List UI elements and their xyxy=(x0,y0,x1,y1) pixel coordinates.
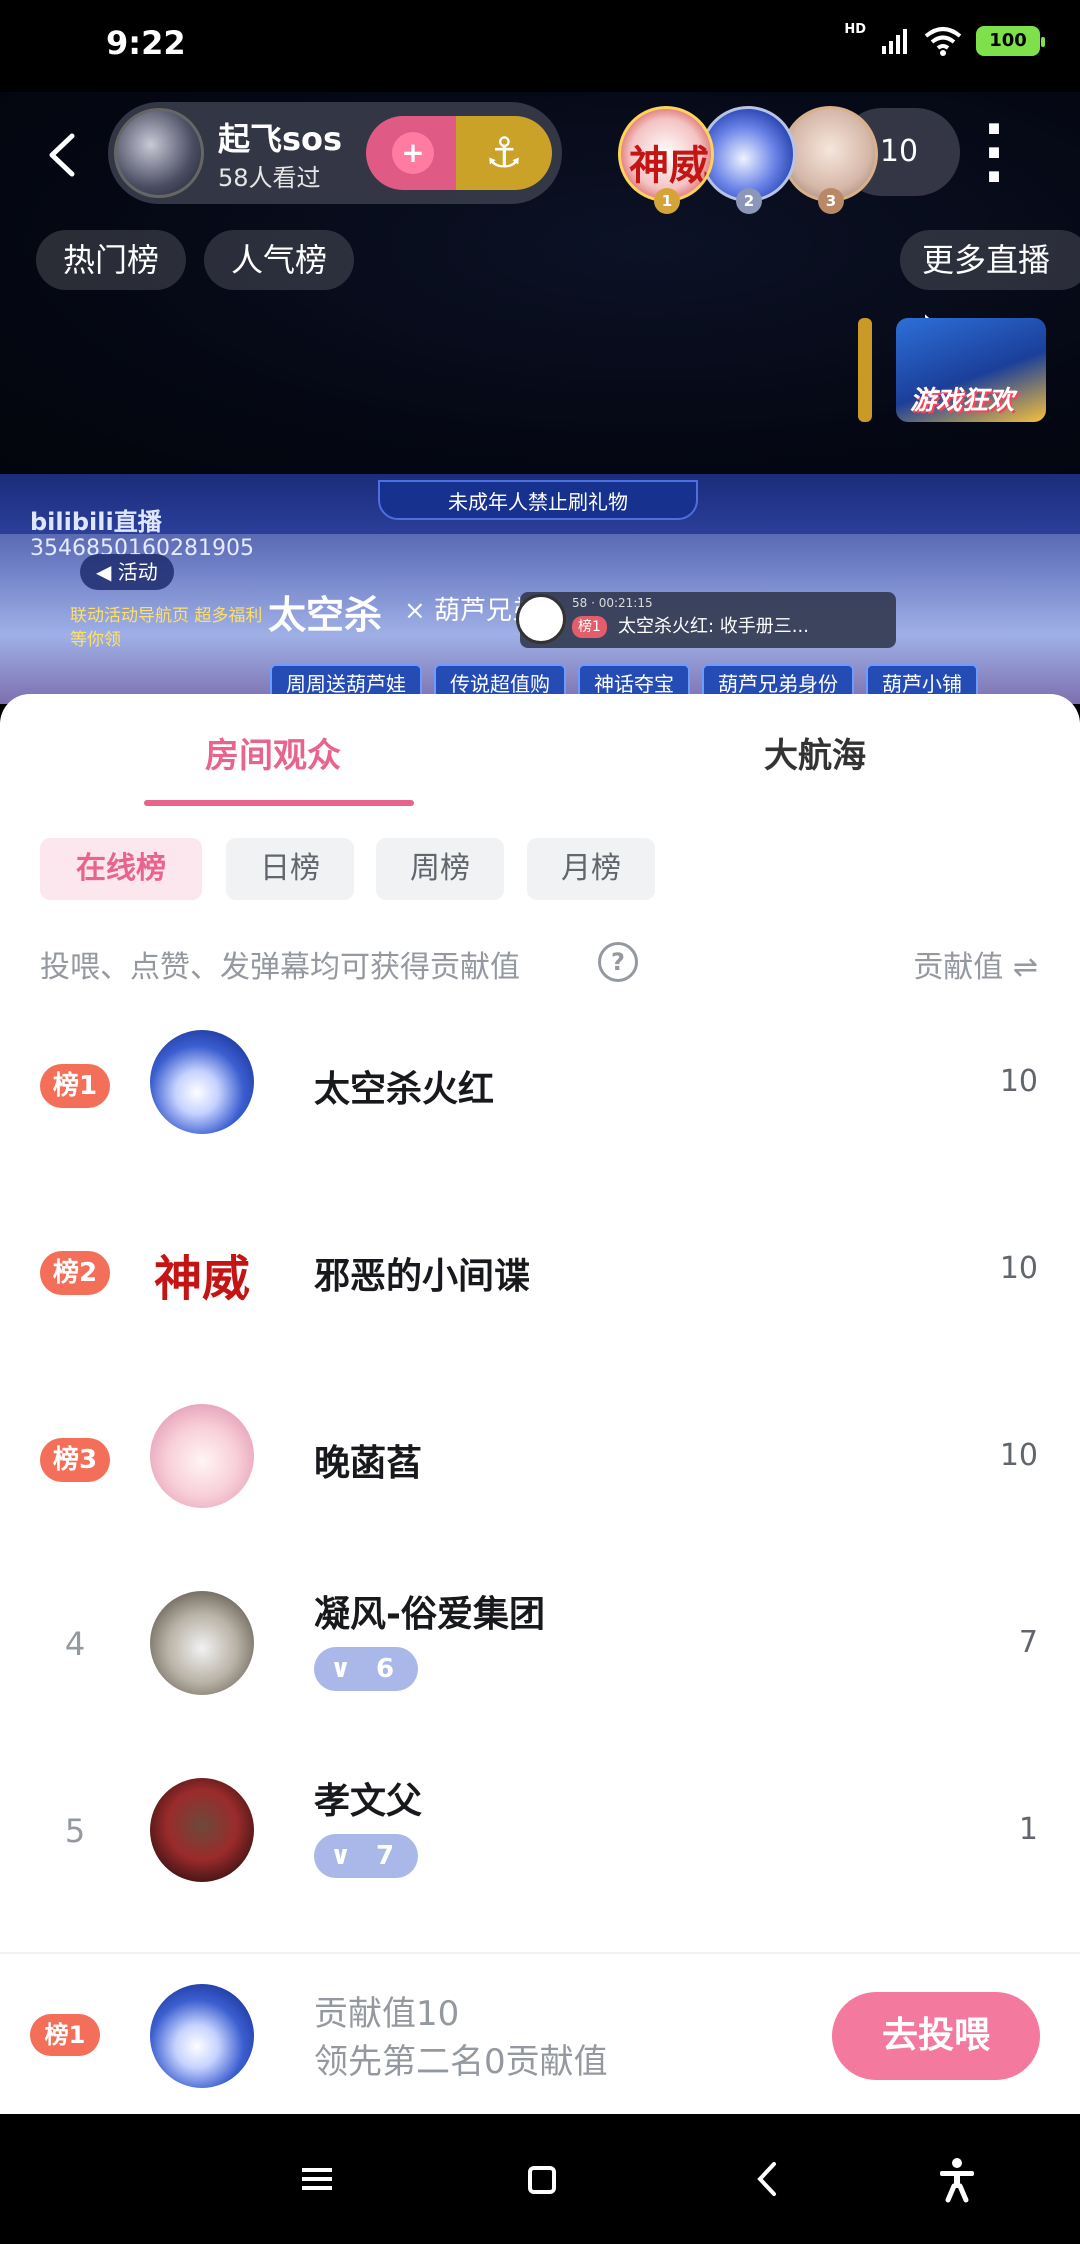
rank-number: 5 xyxy=(64,1812,86,1850)
contribution-score: 7 xyxy=(1018,1625,1038,1660)
rank-badge: 榜3 xyxy=(40,1438,110,1482)
fan-level-badge: ∨ 6 xyxy=(314,1647,418,1691)
rank-badge: 榜2 xyxy=(40,1251,110,1295)
fan-level-number: 7 xyxy=(376,1841,395,1871)
user-name: 孝文父 xyxy=(314,1781,423,1822)
contribution-sort-button[interactable]: 贡献值 ⇌ xyxy=(913,942,1038,986)
network-type: HD xyxy=(844,21,866,37)
battery-icon: 100 xyxy=(976,26,1045,56)
my-contribution: 贡献值10 xyxy=(314,1994,460,2034)
fan-rank-badge: 3 xyxy=(818,188,844,214)
status-time: 9:22 xyxy=(106,24,186,62)
popularity-rank-chip[interactable]: 人气榜 xyxy=(204,230,354,290)
avatar-text: 神威 xyxy=(153,1251,250,1307)
rank-number: 4 xyxy=(64,1625,86,1663)
anchor-icon: ⚓ xyxy=(485,128,523,177)
my-rank-bar: 榜1 贡献值10 领先第二名0贡献值 去投喂 xyxy=(0,1952,1080,2114)
contribution-score: 1 xyxy=(1018,1812,1038,1847)
system-nav-bar xyxy=(0,2114,1080,2244)
subtab-online[interactable]: 在线榜 xyxy=(40,838,202,900)
subtab-monthly[interactable]: 月榜 xyxy=(527,838,655,900)
signal-icon xyxy=(882,29,907,54)
bilibili-logo: bilibili直播 xyxy=(30,508,162,536)
list-item[interactable]: 榜3 晚菡萏 10 xyxy=(0,1404,1080,1564)
live-video[interactable]: 未成年人禁止刷礼物 bilibili直播 3546850160281905 ◀ … xyxy=(0,474,1080,704)
subtab-daily[interactable]: 日榜 xyxy=(226,838,354,900)
host-card[interactable]: 起飞sos 58人看过 + ⚓ xyxy=(108,102,562,204)
fan-level-number: 6 xyxy=(376,1654,395,1684)
menu-icon[interactable] xyxy=(292,2154,342,2204)
list-item[interactable]: 4 凝风-俗爱集团 ∨ 6 7 xyxy=(0,1591,1080,1751)
event-banner-text: 游戏狂欢 xyxy=(910,386,1015,416)
my-lead-text: 领先第二名0贡献值 xyxy=(314,2042,608,2082)
video-title: 太空杀 xyxy=(268,592,383,637)
chat-rank-badge: 榜1 xyxy=(572,616,607,638)
minor-notice: 未成年人禁止刷礼物 xyxy=(378,480,698,520)
hot-rank-chip[interactable]: 热门榜 xyxy=(36,230,186,290)
video-chat-message: 58 · 00:21:15 榜1 太空杀火红: 收手册三... xyxy=(516,592,896,648)
v-chevron-icon: ∨ xyxy=(330,1654,352,1684)
anchor-button[interactable]: ⚓ xyxy=(456,116,552,190)
user-name: 邪恶的小间谍 xyxy=(314,1256,531,1297)
list-item[interactable]: 5 孝文父 ∨ 7 1 xyxy=(0,1778,1080,1938)
rank-sheet: 房间观众 大航海 在线榜 日榜 周榜 月榜 投喂、点赞、发弹幕均可获得贡献值 ?… xyxy=(0,694,1080,2114)
avatar[interactable] xyxy=(150,1591,254,1695)
status-bar: 9:22 HD 100 xyxy=(0,0,1080,92)
event-banner[interactable]: 游戏狂欢 xyxy=(896,318,1046,422)
contribution-score: 10 xyxy=(999,1251,1038,1286)
fan-level-badge: ∨ 7 xyxy=(314,1834,418,1878)
contribution-score: 10 xyxy=(999,1438,1038,1473)
tab-room-audience[interactable]: 房间观众 xyxy=(205,728,341,777)
tab-navigation[interactable]: 大航海 xyxy=(764,728,866,777)
more-live-chip[interactable]: 更多直播 › xyxy=(900,230,1080,339)
feed-button[interactable]: 去投喂 xyxy=(832,1992,1040,2080)
back-icon[interactable] xyxy=(742,2154,792,2204)
home-icon[interactable] xyxy=(516,2154,566,2204)
chat-meta: 58 · 00:21:15 xyxy=(572,596,653,610)
tab-indicator xyxy=(144,800,414,806)
heart-plus-icon: + xyxy=(392,132,434,174)
avatar[interactable] xyxy=(150,1778,254,1882)
contribution-hint: 投喂、点赞、发弹幕均可获得贡献值 xyxy=(40,950,520,985)
fan-rank-badge: 1 xyxy=(654,188,680,214)
list-item[interactable]: 榜2 神威 邪恶的小间谍 10 xyxy=(0,1217,1080,1377)
chat-avatar-icon xyxy=(516,594,566,644)
host-viewers: 58人看过 xyxy=(218,164,321,192)
status-icons: HD 100 xyxy=(844,22,1045,56)
back-button[interactable] xyxy=(44,130,84,180)
wifi-icon xyxy=(924,27,962,56)
more-options-icon[interactable]: · · · xyxy=(980,102,1008,206)
banner-thumb-prev[interactable] xyxy=(858,318,872,422)
follow-button[interactable]: + xyxy=(366,116,456,190)
chevron-left-icon xyxy=(49,133,75,177)
help-icon[interactable]: ? xyxy=(598,942,638,982)
host-avatar[interactable] xyxy=(114,108,204,198)
more-live-label: 更多直播 xyxy=(922,241,1051,279)
contribution-score: 10 xyxy=(999,1064,1038,1099)
video-activity-label: 活动 xyxy=(117,560,158,584)
chat-text: 太空杀火红: 收手册三... xyxy=(618,616,809,637)
subtab-weekly[interactable]: 周榜 xyxy=(376,838,504,900)
list-item[interactable]: 榜1 太空杀火红 10 xyxy=(0,1030,1080,1190)
fan-rank-badge: 2 xyxy=(736,188,762,214)
user-name: 凝风-俗爱集团 xyxy=(314,1594,545,1635)
avatar[interactable] xyxy=(150,1030,254,1134)
avatar[interactable]: 神威 xyxy=(150,1217,254,1321)
user-name: 太空杀火红 xyxy=(314,1069,495,1110)
video-side-text: 联动活动导航页 超多福利等你领 xyxy=(70,606,263,650)
v-chevron-icon: ∨ xyxy=(330,1841,352,1871)
host-name: 起飞sos xyxy=(218,120,343,158)
video-activity-button[interactable]: ◀ 活动 xyxy=(80,554,174,590)
avatar[interactable] xyxy=(150,1404,254,1508)
rank-badge: 榜1 xyxy=(40,1064,110,1108)
accessibility-icon[interactable] xyxy=(932,2154,982,2204)
my-rank-badge: 榜1 xyxy=(30,2014,100,2056)
my-avatar[interactable] xyxy=(150,1984,254,2088)
user-name: 晚菡萏 xyxy=(314,1443,423,1484)
